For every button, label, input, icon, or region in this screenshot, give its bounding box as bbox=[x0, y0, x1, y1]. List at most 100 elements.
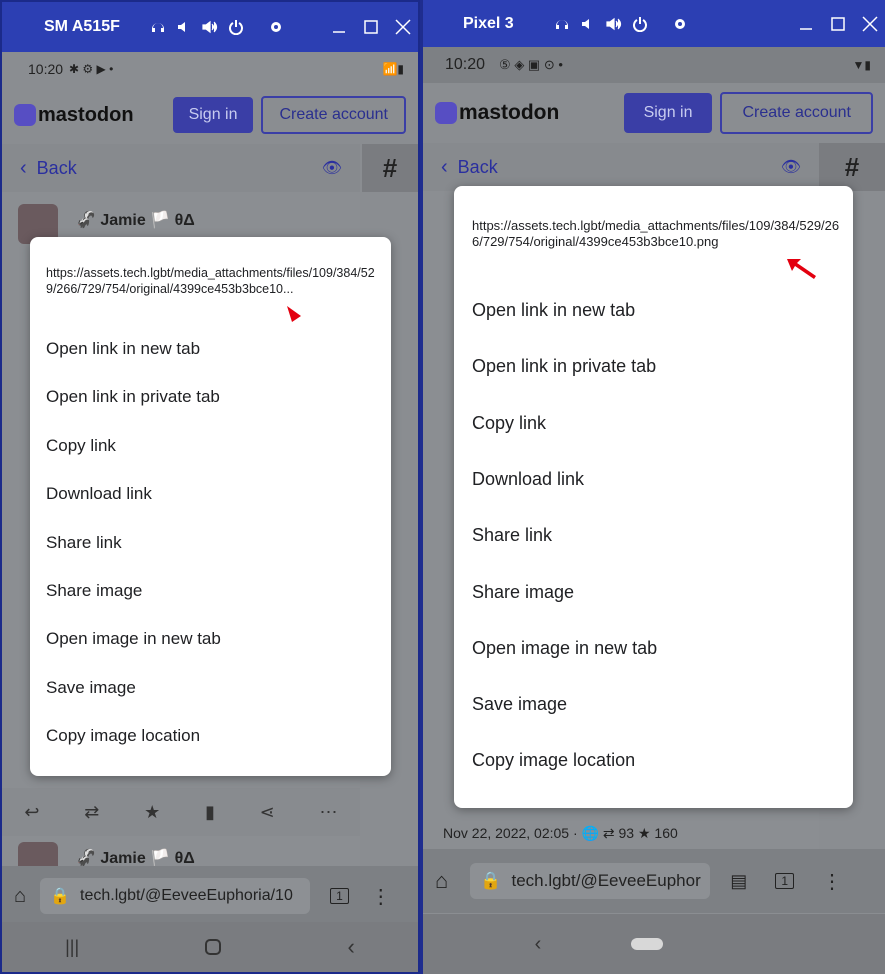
window-title: Pixel 3 bbox=[463, 14, 514, 32]
menu-url: https://assets.tech.lgbt/media_attachmen… bbox=[46, 266, 375, 296]
menu-item-copy-image-location[interactable]: Copy image location bbox=[472, 750, 635, 771]
globe-icon: 🌐 bbox=[581, 825, 599, 841]
phone-screen: 10:20 ✱ ⚙ ▶ • 📶▮ mastodon Sign in Create… bbox=[2, 52, 418, 972]
volume-up-icon[interactable] bbox=[202, 19, 218, 35]
url-bar[interactable]: 🔒 tech.lgbt/@EeveeEuphoria/10 bbox=[40, 878, 311, 914]
home-pill-icon[interactable] bbox=[631, 938, 664, 950]
menu-item-share-link[interactable]: Share link bbox=[472, 525, 552, 546]
sign-in-button[interactable]: Sign in bbox=[623, 93, 713, 133]
site-header: mastodon Sign in Create account bbox=[423, 83, 885, 143]
fav-count: 160 bbox=[654, 825, 678, 841]
url-bar[interactable]: 🔒 tech.lgbt/@EeveeEuphor bbox=[470, 863, 711, 899]
back-bar[interactable]: ‹ Back 👁 bbox=[423, 143, 819, 191]
boost-icon[interactable]: ⇄ bbox=[84, 802, 99, 823]
headphones-icon[interactable] bbox=[150, 19, 166, 35]
status-time: 10:20 bbox=[445, 56, 486, 73]
back-label: Back bbox=[457, 156, 498, 177]
reply-icon[interactable]: ↩ bbox=[24, 802, 39, 823]
minimize-icon[interactable] bbox=[330, 18, 348, 36]
menu-item-open-link-in-new-tab[interactable]: Open link in new tab bbox=[472, 300, 635, 321]
tab-count-button[interactable]: 1 bbox=[330, 888, 349, 904]
boost-count: 93 bbox=[618, 825, 635, 841]
phone-screen: 10:20 ⑤ ◈ ▣ ⊙ • ▼▮ mastodon Sign in Crea… bbox=[423, 47, 885, 974]
create-account-button[interactable]: Create account bbox=[261, 96, 406, 134]
star-icon: ★ bbox=[637, 825, 655, 841]
menu-item-copy-link[interactable]: Copy link bbox=[46, 436, 116, 456]
headphones-icon[interactable] bbox=[554, 16, 570, 32]
menu-item-download-link[interactable]: Download link bbox=[472, 469, 584, 490]
chevron-left-icon: ‹ bbox=[441, 155, 448, 178]
menu-item-save-image[interactable]: Save image bbox=[472, 694, 567, 715]
more-icon[interactable]: ⋯ bbox=[320, 802, 338, 823]
mastodon-logo[interactable]: mastodon bbox=[435, 101, 559, 125]
recents-icon[interactable]: ||| bbox=[65, 937, 79, 958]
minimize-icon[interactable] bbox=[797, 15, 815, 33]
device-window-sm-a515f: SM A515F 10:20 ✱ ⚙ ▶ • 📶▮ mastodon Sign … bbox=[0, 0, 420, 974]
post-author[interactable]: 🦨 Jamie 🏳️ θΔ bbox=[76, 848, 195, 868]
menu-item-open-link-in-private-tab[interactable]: Open link in private tab bbox=[46, 387, 220, 407]
menu-item-save-image[interactable]: Save image bbox=[46, 678, 136, 698]
context-menu: https://assets.tech.lgbt/media_attachmen… bbox=[30, 237, 391, 776]
back-bar[interactable]: ‹ Back 👁 bbox=[2, 144, 360, 192]
volume-down-icon[interactable] bbox=[580, 16, 596, 32]
gear-icon[interactable] bbox=[268, 19, 284, 35]
browser-toolbar: ⌂ 🔒 tech.lgbt/@EeveeEuphoria/10 1 ⋮ bbox=[2, 866, 418, 926]
back-nav-icon[interactable]: ‹ bbox=[348, 934, 355, 960]
home-icon[interactable]: ⌂ bbox=[435, 868, 448, 894]
lock-icon: 🔒 bbox=[480, 871, 502, 890]
overflow-menu-icon[interactable]: ⋮ bbox=[371, 884, 391, 909]
menu-item-download-link[interactable]: Download link bbox=[46, 484, 152, 504]
window-titlebar: Pixel 3 bbox=[423, 0, 885, 47]
menu-item-open-image-in-new-tab[interactable]: Open image in new tab bbox=[46, 629, 221, 649]
volume-down-icon[interactable] bbox=[176, 19, 192, 35]
post-date: Nov 22, 2022, 02:05 · bbox=[443, 825, 582, 841]
overflow-menu-icon[interactable]: ⋮ bbox=[822, 869, 842, 894]
maximize-icon[interactable] bbox=[829, 15, 847, 33]
tab-count-button[interactable]: 1 bbox=[775, 873, 794, 889]
hashtag-icon[interactable]: # bbox=[819, 143, 885, 191]
browser-toolbar: ⌂ 🔒 tech.lgbt/@EeveeEuphor ▤ 1 ⋮ bbox=[423, 849, 885, 913]
menu-item-open-link-in-private-tab[interactable]: Open link in private tab bbox=[472, 356, 656, 377]
menu-item-share-link[interactable]: Share link bbox=[46, 533, 122, 553]
back-nav-icon[interactable]: ‹ bbox=[535, 933, 542, 956]
maximize-icon[interactable] bbox=[362, 18, 380, 36]
sign-in-button[interactable]: Sign in bbox=[172, 97, 254, 133]
site-header: mastodon Sign in Create account bbox=[2, 86, 418, 144]
menu-item-share-image[interactable]: Share image bbox=[472, 582, 574, 603]
gear-icon[interactable] bbox=[672, 16, 688, 32]
power-icon[interactable] bbox=[228, 19, 244, 35]
post-actions: ↩ ⇄ ★ ▮ ⋖ ⋯ bbox=[2, 788, 360, 836]
chevron-left-icon: ‹ bbox=[20, 156, 27, 179]
author-name: Jamie bbox=[100, 850, 146, 867]
reader-mode-icon[interactable]: ▤ bbox=[730, 871, 747, 892]
volume-up-icon[interactable] bbox=[606, 16, 622, 32]
menu-item-open-link-in-new-tab[interactable]: Open link in new tab bbox=[46, 339, 200, 359]
menu-item-open-image-in-new-tab[interactable]: Open image in new tab bbox=[472, 638, 657, 659]
mastodon-logo[interactable]: mastodon bbox=[14, 104, 134, 127]
star-icon[interactable]: ★ bbox=[144, 802, 160, 823]
menu-item-copy-image-location[interactable]: Copy image location bbox=[46, 726, 200, 746]
close-icon[interactable] bbox=[861, 15, 879, 33]
menu-url: https://assets.tech.lgbt/media_attachmen… bbox=[472, 218, 840, 249]
home-nav-icon[interactable] bbox=[205, 939, 222, 955]
menu-item-share-image[interactable]: Share image bbox=[46, 581, 142, 601]
eye-icon[interactable]: 👁 bbox=[322, 158, 342, 178]
logo-text: mastodon bbox=[459, 101, 560, 124]
back-label: Back bbox=[36, 157, 77, 178]
menu-item-copy-link[interactable]: Copy link bbox=[472, 413, 546, 434]
notification-icons: ✱ ⚙ ▶ • bbox=[69, 62, 114, 76]
status-bar: 10:20 ⑤ ◈ ▣ ⊙ • ▼▮ bbox=[423, 47, 885, 83]
hashtag-icon[interactable]: # bbox=[362, 144, 418, 192]
post-author[interactable]: 🦨 Jamie 🏳️ θΔ bbox=[76, 210, 195, 230]
create-account-button[interactable]: Create account bbox=[720, 92, 873, 134]
post-meta: Nov 22, 2022, 02:05 · 🌐 ⇄ 93 ★ 160 bbox=[443, 825, 678, 842]
bookmark-icon[interactable]: ▮ bbox=[205, 802, 215, 823]
system-nav-bar: ‹ bbox=[423, 914, 885, 974]
window-controls bbox=[797, 0, 879, 47]
eye-icon[interactable]: 👁 bbox=[781, 157, 801, 177]
power-icon[interactable] bbox=[632, 16, 648, 32]
share-icon[interactable]: ⋖ bbox=[260, 802, 275, 823]
home-icon[interactable]: ⌂ bbox=[14, 885, 26, 908]
window-titlebar: SM A515F bbox=[2, 2, 418, 52]
close-icon[interactable] bbox=[394, 18, 412, 36]
